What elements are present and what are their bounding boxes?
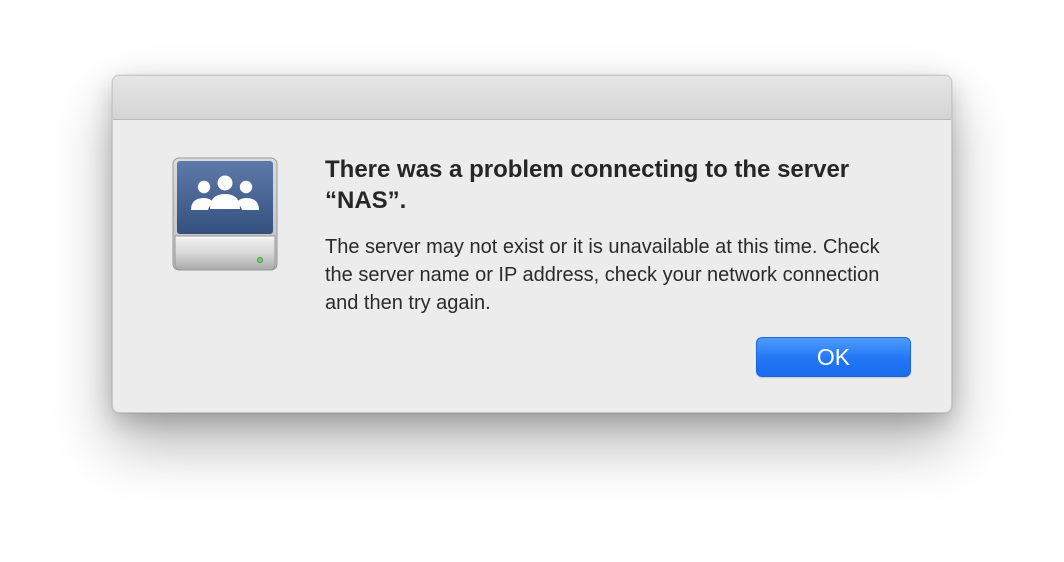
screen: There was a problem connecting to the se… — [0, 0, 1064, 562]
dialog-message: The server may not exist or it is unavai… — [325, 236, 880, 314]
network-server-drive-icon — [171, 156, 279, 274]
ok-button[interactable]: OK — [756, 337, 911, 377]
dialog-heading: There was a problem connecting to the se… — [325, 156, 850, 214]
dialog-titlebar[interactable] — [113, 76, 951, 120]
alert-dialog: There was a problem connecting to the se… — [112, 75, 952, 413]
